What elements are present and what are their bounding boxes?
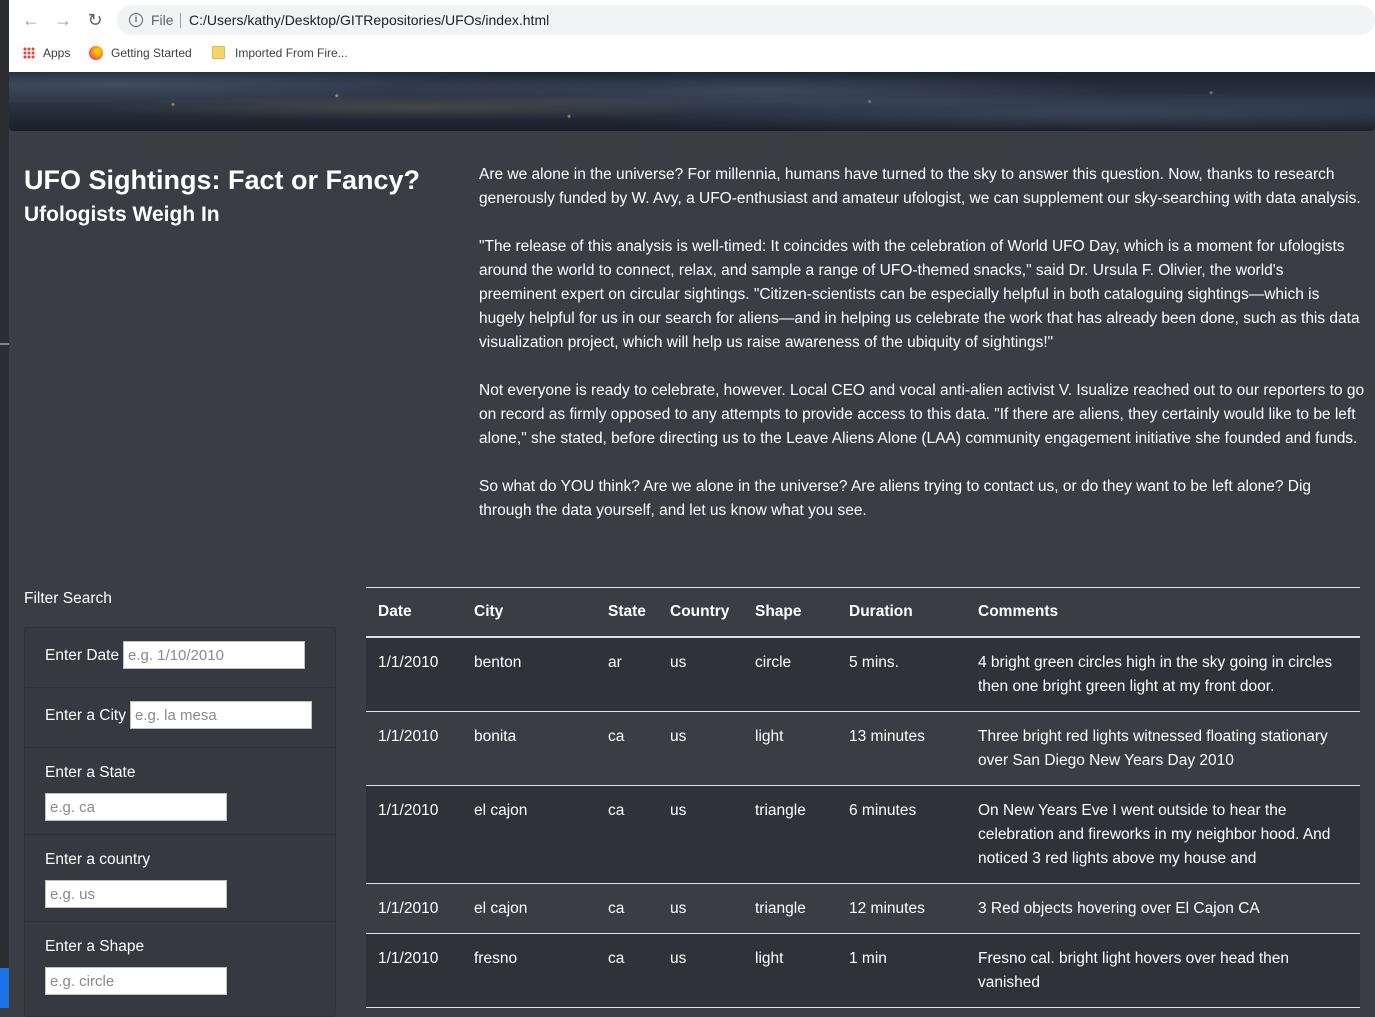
header-comments: Comments <box>966 587 1360 638</box>
sightings-table-container: Date City State Country Shape Duration C… <box>366 587 1360 1008</box>
cell-comments: 4 bright green circles high in the sky g… <box>966 636 1360 712</box>
header-date: Date <box>366 587 462 638</box>
filter-shape-label: Enter a Shape <box>45 938 145 955</box>
cell-country: us <box>658 636 743 712</box>
city-lights <box>9 72 1375 131</box>
bookmark-label: Imported From Fire... <box>235 46 348 60</box>
cell-duration: 1 min <box>837 933 966 1008</box>
filter-country: Enter a country <box>25 835 335 922</box>
page-title: UFO Sightings: Fact or Fancy? <box>24 165 421 195</box>
date-input[interactable] <box>123 641 305 669</box>
hero-banner-image <box>9 72 1375 131</box>
cell-state: ca <box>596 711 658 786</box>
article-paragraph: Are we alone in the universe? For millen… <box>479 166 1361 207</box>
filter-country-label: Enter a country <box>45 851 151 868</box>
filter-city-label: Enter a City <box>45 707 126 724</box>
file-scheme-label: File <box>151 12 174 28</box>
info-icon[interactable]: i <box>129 13 143 27</box>
cell-shape: light <box>743 711 837 786</box>
table-row: 1/1/2010 benton ar us circle 5 mins. 4 b… <box>366 636 1360 712</box>
bookmark-label: Apps <box>43 46 71 60</box>
cell-city: bonita <box>462 711 596 786</box>
cell-state: ca <box>596 785 658 884</box>
cell-duration: 13 minutes <box>837 711 966 786</box>
cell-date: 1/1/2010 <box>366 785 462 884</box>
filter-state: Enter a State <box>25 748 335 835</box>
taskbar-accent <box>0 968 9 1008</box>
cell-state: ca <box>596 933 658 1008</box>
cell-comments: Three bright red lights witnessed floati… <box>966 711 1360 786</box>
cell-city: el cajon <box>462 883 596 934</box>
bookmark-apps[interactable]: Apps <box>23 44 70 62</box>
window-edge-marker <box>0 343 9 345</box>
article-body: Are we alone in the universe? For millen… <box>479 163 1365 547</box>
filter-city: Enter a City <box>25 688 335 748</box>
cell-shape: triangle <box>743 785 837 884</box>
window-left-edge <box>0 0 9 1008</box>
cell-shape: light <box>743 933 837 1008</box>
filter-date-label: Enter Date <box>45 647 120 664</box>
cell-country: us <box>658 785 743 884</box>
filter-panel: Enter Date Enter a City Enter a State En… <box>24 627 336 1017</box>
table-row: 1/1/2010 el cajon ca us triangle 12 minu… <box>366 883 1360 934</box>
cell-comments: Fresno cal. bright light hovers over hea… <box>966 933 1360 1008</box>
table-row: 1/1/2010 fresno ca us light 1 min Fresno… <box>366 933 1360 1008</box>
filter-search-title: Filter Search <box>24 590 112 607</box>
cell-date: 1/1/2010 <box>366 933 462 1008</box>
browser-chrome: ← → ↻ i File C:/Users/kathy/Desktop/GITR… <box>0 0 1375 72</box>
filter-date: Enter Date <box>25 628 335 688</box>
state-input[interactable] <box>45 793 227 821</box>
cell-city: el cajon <box>462 785 596 884</box>
cell-country: us <box>658 933 743 1008</box>
page-subtitle: Ufologists Weigh In <box>24 203 220 226</box>
article-paragraph: "The release of this analysis is well-ti… <box>479 238 1360 351</box>
article-paragraph: So what do YOU think? Are we alone in th… <box>479 478 1312 519</box>
firefox-icon <box>89 46 103 60</box>
table-row: 1/1/2010 el cajon ca us triangle 6 minut… <box>366 785 1360 884</box>
header-state: State <box>596 587 658 638</box>
reload-icon[interactable]: ↻ <box>85 10 105 30</box>
sightings-table: Date City State Country Shape Duration C… <box>366 587 1360 1008</box>
cell-date: 1/1/2010 <box>366 636 462 712</box>
city-input[interactable] <box>130 701 312 729</box>
cell-comments: On New Years Eve I went outside to hear … <box>966 785 1360 884</box>
cell-state: ca <box>596 883 658 934</box>
article-paragraph: Not everyone is ready to celebrate, howe… <box>479 382 1365 447</box>
apps-grid-icon <box>23 47 35 59</box>
cell-country: us <box>658 711 743 786</box>
omnibox[interactable]: i File C:/Users/kathy/Desktop/GITReposit… <box>117 5 1375 35</box>
cell-country: us <box>658 883 743 934</box>
country-input[interactable] <box>45 880 227 908</box>
cell-duration: 12 minutes <box>837 883 966 934</box>
table-header-row: Date City State Country Shape Duration C… <box>366 587 1360 638</box>
bookmark-getting-started[interactable]: Getting Started <box>89 44 192 62</box>
cell-duration: 5 mins. <box>837 636 966 712</box>
shape-input[interactable] <box>45 967 227 995</box>
bookmarks-bar: Apps Getting Started Imported From Fire.… <box>9 40 1375 66</box>
cell-city: fresno <box>462 933 596 1008</box>
filter-state-label: Enter a State <box>45 764 136 781</box>
cell-comments: 3 Red objects hovering over El Cajon CA <box>966 883 1360 934</box>
bookmark-imported-folder[interactable]: Imported From Fire... <box>212 44 348 62</box>
url-text[interactable]: C:/Users/kathy/Desktop/GITRepositories/U… <box>189 12 549 28</box>
header-duration: Duration <box>837 587 966 638</box>
forward-arrow-icon[interactable]: → <box>53 10 73 30</box>
cell-date: 1/1/2010 <box>366 883 462 934</box>
cell-duration: 6 minutes <box>837 785 966 884</box>
filter-shape: Enter a Shape <box>25 922 335 1009</box>
table-row: 1/1/2010 bonita ca us light 13 minutes T… <box>366 711 1360 786</box>
cell-shape: triangle <box>743 883 837 934</box>
header-shape: Shape <box>743 587 837 638</box>
header-city: City <box>462 587 596 638</box>
omnibox-separator <box>180 13 181 28</box>
header-country: Country <box>658 587 743 638</box>
cell-state: ar <box>596 636 658 712</box>
cell-date: 1/1/2010 <box>366 711 462 786</box>
folder-icon <box>212 46 225 59</box>
back-arrow-icon[interactable]: ← <box>21 10 41 30</box>
bookmark-label: Getting Started <box>111 46 192 60</box>
cell-shape: circle <box>743 636 837 712</box>
address-bar-row: ← → ↻ i File C:/Users/kathy/Desktop/GITR… <box>9 0 1375 40</box>
cell-city: benton <box>462 636 596 712</box>
